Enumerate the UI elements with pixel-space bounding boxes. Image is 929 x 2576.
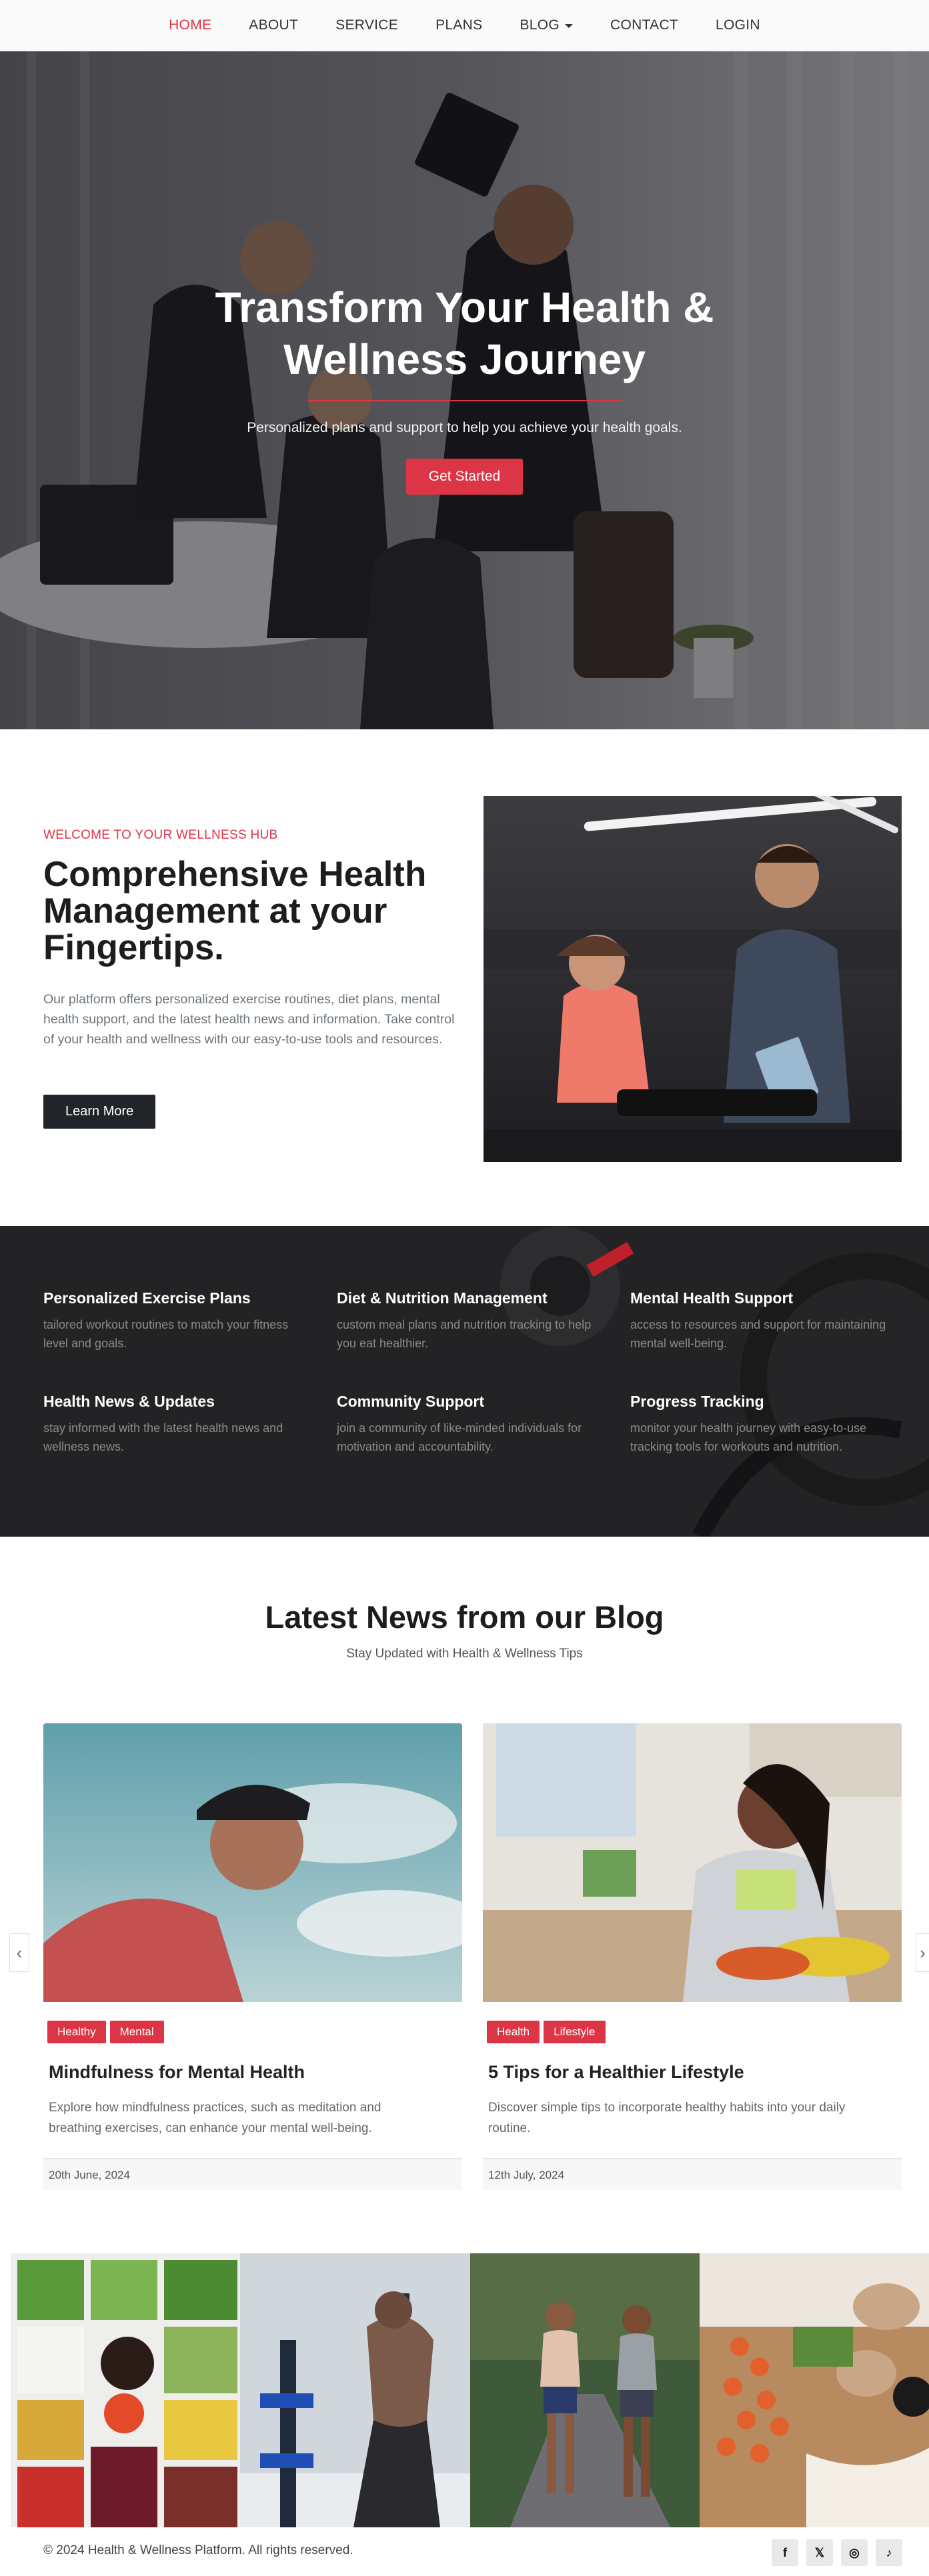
feature-text: custom meal plans and nutrition tracking… [337,1318,592,1350]
gallery-image-vegetables-cutting-board[interactable] [699,2253,929,2527]
gallery-image-pull-up-workout[interactable] [240,2253,470,2527]
blog-card-image [483,1723,902,2002]
gallery-image-women-walking[interactable] [470,2253,700,2527]
feature-title: Mental Health Support [630,1289,794,1307]
feature-progress-tracking: Progress Tracking monitor your health jo… [630,1393,897,1456]
gym-trainer-image [484,796,902,1162]
about-text: Our platform offers personalized exercis… [43,992,455,1047]
feature-community-support: Community Support join a community of li… [337,1393,604,1456]
nav-contact[interactable]: CONTACT [592,17,697,33]
blog-card-tags: Healthy Mental [47,2021,462,2043]
blog-card-tags: Health Lifestyle [487,2021,902,2043]
blog-card-date: 12th July, 2024 [483,2158,902,2190]
about-section: WELCOME TO YOUR WELLNESS HUB Comprehensi… [0,729,929,1226]
hero-section: Transform Your Health & Wellness Journey… [0,51,929,729]
carousel-prev-button[interactable]: ‹ [9,1933,29,1972]
copyright-text: © 2024 Health & Wellness Platform. All r… [43,2543,353,2557]
blog-card-image [43,1723,462,2002]
tag-badge[interactable]: Lifestyle [544,2021,606,2043]
features-background-image [0,1226,929,1537]
about-title: Comprehensive Health Management at your … [43,855,427,967]
blog-card-mindfulness[interactable]: Healthy Mental Mindfulness for Mental He… [43,1723,462,2190]
blog-section: Latest News from our Blog Stay Updated w… [0,1537,929,2253]
blog-subtitle: Stay Updated with Health & Wellness Tips [346,1647,583,1661]
caret-down-icon [565,24,573,28]
feature-title: Progress Tracking [630,1393,764,1410]
blog-card-date: 20th June, 2024 [43,2158,462,2190]
feature-mental-health: Mental Health Support access to resource… [630,1289,897,1353]
gallery-image-healthy-food[interactable] [11,2253,241,2527]
hero-subtitle: Personalized plans and support to help y… [247,420,682,435]
social-links: f 𝕏 ◎ ♪ [772,2539,902,2566]
features-section: Personalized Exercise Plans tailored wor… [0,1226,929,1537]
feature-text: monitor your health journey with easy-to… [630,1421,867,1453]
blog-card-excerpt: Discover simple tips to incorporate heal… [488,2101,846,2135]
instagram-icon[interactable]: ◎ [841,2539,868,2566]
nav-home[interactable]: HOME [150,17,230,33]
feature-exercise-plans: Personalized Exercise Plans tailored wor… [43,1289,310,1353]
hero-title: Transform Your Health & Wellness Journey [215,283,714,383]
tag-badge[interactable]: Mental [109,2021,164,2043]
feature-text: stay informed with the latest health new… [43,1421,283,1453]
feature-title: Community Support [337,1393,485,1410]
nav-service[interactable]: SERVICE [317,17,417,33]
blog-card-excerpt: Explore how mindfulness practices, such … [49,2101,381,2135]
facebook-icon[interactable]: f [772,2539,798,2566]
tiktok-icon[interactable]: ♪ [876,2539,902,2566]
tag-badge[interactable]: Health [487,2021,540,2043]
hero-content: Transform Your Health & Wellness Journey… [0,281,929,495]
feature-text: tailored workout routines to match your … [43,1318,289,1350]
nav-blog-label: BLOG [520,17,560,33]
blog-card-title[interactable]: 5 Tips for a Healthier Lifestyle [488,2062,902,2083]
feature-diet-nutrition: Diet & Nutrition Management custom meal … [337,1289,604,1353]
feature-title: Health News & Updates [43,1393,215,1410]
nav-about[interactable]: ABOUT [230,17,317,33]
feature-text: access to resources and support for main… [630,1318,886,1350]
blog-card-healthier-lifestyle[interactable]: Health Lifestyle 5 Tips for a Healthier … [483,1723,902,2190]
feature-health-news: Health News & Updates stay informed with… [43,1393,310,1456]
top-navbar: HOME ABOUT SERVICE PLANS BLOG CONTACT LO… [0,0,929,51]
feature-title: Personalized Exercise Plans [43,1289,251,1307]
tag-badge[interactable]: Healthy [47,2021,106,2043]
hero-divider [307,400,622,401]
twitter-icon[interactable]: 𝕏 [806,2539,833,2566]
about-eyebrow: WELCOME TO YOUR WELLNESS HUB [43,828,278,842]
nav-blog-dropdown[interactable]: BLOG [501,17,592,33]
blog-card-title[interactable]: Mindfulness for Mental Health [49,2062,462,2083]
footer: © 2024 Health & Wellness Platform. All r… [0,2527,929,2576]
nav-plans[interactable]: PLANS [417,17,501,33]
blog-title: Latest News from our Blog [265,1599,664,1635]
carousel-next-button[interactable]: › [916,1933,929,1972]
image-gallery [11,2253,929,2527]
feature-text: join a community of like-minded individu… [337,1421,582,1453]
learn-more-button[interactable]: Learn More [43,1095,156,1129]
get-started-button[interactable]: Get Started [405,459,524,495]
nav-login[interactable]: LOGIN [697,17,779,33]
feature-title: Diet & Nutrition Management [337,1289,548,1307]
